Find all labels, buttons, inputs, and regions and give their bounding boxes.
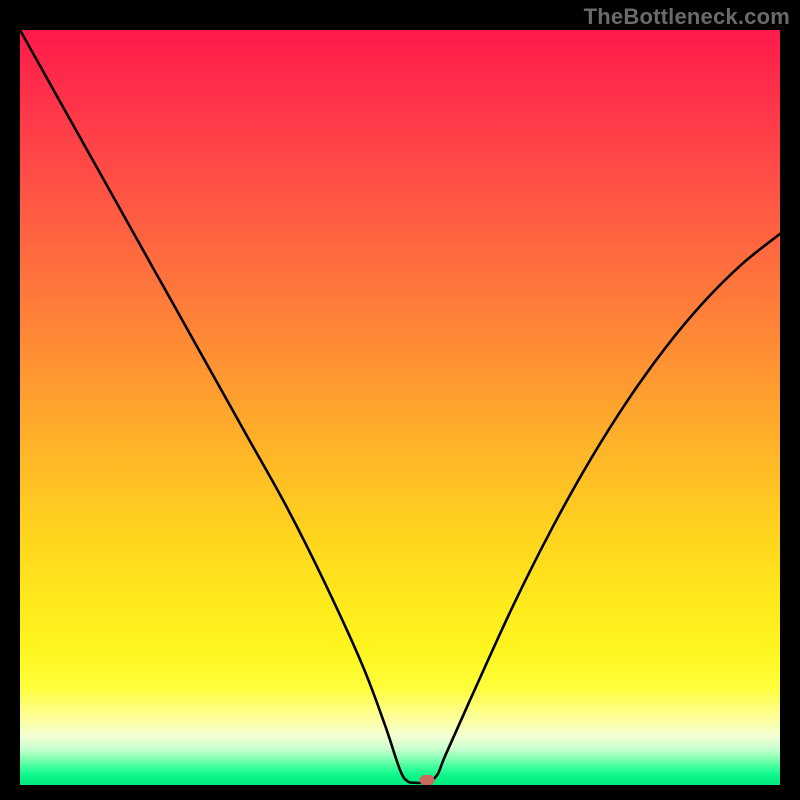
curve-svg <box>20 30 780 785</box>
optimal-point-marker <box>420 775 435 785</box>
bottleneck-curve <box>20 30 780 783</box>
chart-frame: TheBottleneck.com <box>0 0 800 800</box>
watermark-text: TheBottleneck.com <box>584 4 790 30</box>
plot-area <box>20 30 780 785</box>
